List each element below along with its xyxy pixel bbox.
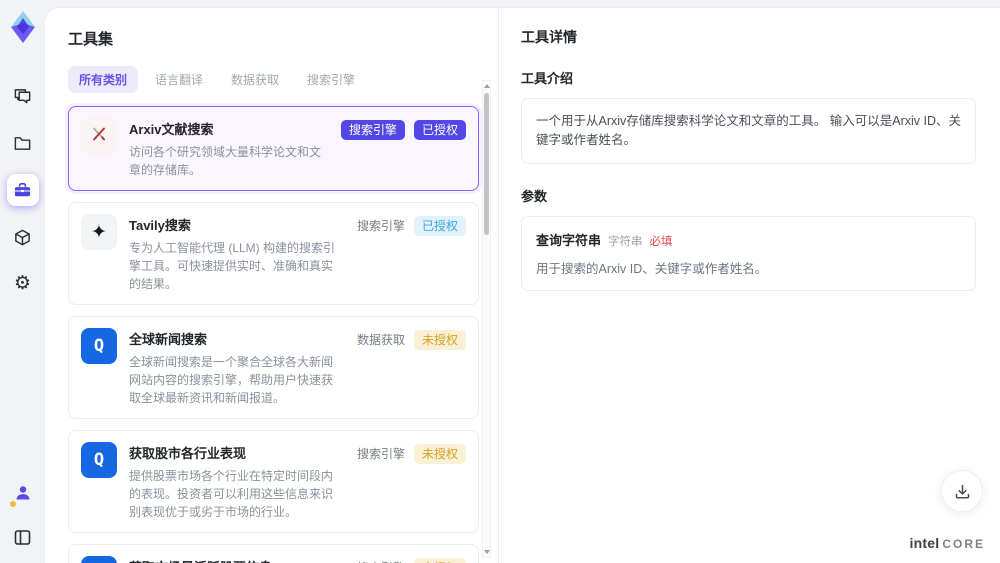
gear-icon: ⚙ (13, 273, 32, 294)
tool-card[interactable]: Arxiv文献搜索 访问各个研究领域大量科学论文和文章的存储库。 搜索引擎 已授… (68, 106, 479, 191)
param-required-badge: 必填 (649, 235, 673, 248)
detail-title: 工具详情 (521, 29, 577, 45)
scroll-up-icon[interactable] (483, 84, 490, 88)
tool-description: 提供股票市场各个行业在特定时间段内的表现。投资者可以利用这些信息来识别表现优于或… (129, 469, 334, 519)
tool-name: Tavily搜索 (129, 218, 191, 233)
tool-card[interactable]: Q 获取市场最活跃股票信息 提供当天交易量最高的股票列表。投资者可以利用这些信息… (68, 544, 479, 563)
collapse-sidebar-icon[interactable] (7, 521, 39, 553)
tool-name: 全球新闻搜索 (129, 332, 208, 347)
download-button[interactable] (941, 470, 983, 512)
main-content: 工具集 所有类别 语言翻译 数据获取 搜索引擎 Arxiv文献搜索 访问各个研究领域大… (45, 8, 1000, 563)
scrollbar-track[interactable] (482, 80, 491, 558)
auth-status-badge: 已授权 (413, 120, 466, 140)
auth-status-badge: 已授权 (413, 216, 466, 236)
category-badge: 搜索引擎 (357, 558, 405, 563)
tool-intro-box: 一个用于从Arxiv存储库搜索科学论文和文章的工具。 输入可以是Arxiv ID… (521, 98, 976, 164)
q-logo-icon: Q (93, 336, 105, 356)
rail-item-toolbox[interactable] (6, 174, 39, 206)
category-badge: 数据获取 (356, 333, 405, 347)
category-badge: 搜索引擎 (356, 447, 405, 461)
tool-card[interactable]: Q 获取股市各行业表现 提供股票市场各个行业在特定时间段内的表现。投资者可以利用… (68, 430, 479, 533)
tool-name: Arxiv文献搜索 (129, 122, 214, 137)
tool-detail-panel: 工具详情 工具介绍 一个用于从Arxiv存储库搜索科学论文和文章的工具。 输入可… (499, 8, 1000, 563)
tool-name: 获取股市各行业表现 (129, 446, 247, 461)
brand-intel-text: intel (909, 535, 940, 551)
user-avatar-icon[interactable] (7, 477, 39, 509)
params-section-title: 参数 (521, 188, 548, 204)
tool-icon-qnews: Q (81, 328, 117, 364)
app-logo-icon (8, 10, 38, 44)
scroll-down-icon[interactable] (483, 550, 490, 554)
scrollbar-thumb[interactable] (484, 93, 489, 235)
category-badge: 搜索引擎 (356, 219, 405, 233)
rail-item-folder[interactable] (7, 127, 39, 159)
tool-icon-arxiv (81, 118, 117, 154)
package-icon (13, 228, 32, 247)
category-tabs: 所有类别 语言翻译 数据获取 搜索引擎 (68, 66, 498, 93)
tool-card[interactable]: Q 全球新闻搜索 全球新闻搜索是一个聚合全球各大新闻网站内容的搜索引擎，帮助用户… (68, 316, 479, 419)
tool-icon-tavily: ✦ (81, 214, 117, 250)
rail-item-package[interactable] (7, 221, 39, 253)
auth-status-badge: 未授权 (413, 558, 466, 563)
left-rail: ⚙ (0, 0, 45, 563)
q-logo-icon: Q (93, 450, 105, 470)
tab-3[interactable]: 搜索引擎 (296, 66, 366, 93)
params-list: 查询字符串 字符串 必填 用于搜索的Arxiv ID、关键字或作者姓名。 (521, 215, 976, 291)
param-type: 字符串 (608, 235, 643, 248)
tool-description: 全球新闻搜索是一个聚合全球各大新闻网站内容的搜索引擎，帮助用户快速获取全球最新资… (129, 355, 334, 405)
brand-core-text: CORE (942, 537, 985, 551)
param-name: 查询字符串 (536, 232, 602, 248)
intro-section-title: 工具介绍 (521, 71, 574, 86)
tool-card[interactable]: ✦ Tavily搜索 专为人工智能代理 (LLM) 构建的搜索引擎工具。可快速提… (68, 202, 479, 305)
tab-0[interactable]: 所有类别 (68, 66, 139, 93)
category-badge: 搜索引擎 (340, 120, 405, 140)
rail-item-chat[interactable] (7, 80, 39, 112)
intel-core-logo: intel CORE (910, 535, 985, 551)
tool-list: Arxiv文献搜索 访问各个研究领域大量科学论文和文章的存储库。 搜索引擎 已授… (68, 106, 479, 563)
status-dot (9, 501, 16, 507)
tool-description: 专为人工智能代理 (LLM) 构建的搜索引擎工具。可快速提供实时、准确和真实的结… (129, 241, 336, 291)
auth-status-badge: 未授权 (413, 330, 466, 350)
tab-2[interactable]: 数据获取 (220, 66, 290, 93)
tools-panel: 工具集 所有类别 语言翻译 数据获取 搜索引擎 Arxiv文献搜索 访问各个研究领域大… (45, 8, 498, 563)
tool-name: 获取市场最活跃股票信息 (129, 557, 345, 563)
param-description: 用于搜索的Arxiv ID、关键字或作者姓名。 (536, 261, 768, 276)
folder-icon (13, 134, 32, 153)
arxiv-icon (90, 125, 108, 148)
param-card: 查询字符串 字符串 必填 用于搜索的Arxiv ID、关键字或作者姓名。 (521, 215, 976, 291)
toolbox-icon (13, 181, 32, 200)
tool-icon-qnews: Q (81, 442, 117, 478)
page-title: 工具集 (68, 31, 114, 48)
tab-1[interactable]: 语言翻译 (144, 66, 214, 93)
rail-item-settings[interactable]: ⚙ (7, 268, 39, 300)
tool-description: 访问各个研究领域大量科学论文和文章的存储库。 (129, 145, 322, 177)
tool-icon-qnews: Q (81, 556, 117, 563)
tavily-star-icon: ✦ (91, 221, 107, 243)
chat-icon (13, 87, 32, 106)
auth-status-badge: 未授权 (413, 444, 466, 464)
